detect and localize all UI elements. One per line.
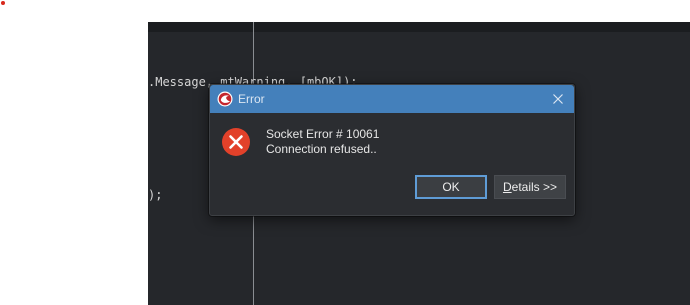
code-line: ); [148,188,163,202]
close-icon[interactable] [549,90,567,108]
delphi-app-icon [217,91,233,107]
details-button[interactable]: Details >> [494,175,566,199]
dialog-title: Error [238,92,265,106]
ok-button[interactable]: OK [415,175,487,199]
screen: .Message, mtWarning, [mbOK]); ); Error S… [0,0,690,305]
error-dialog: Error Socket Error # 10061 Connection re… [209,84,575,216]
error-message-line-1: Socket Error # 10061 [266,127,380,141]
editor-top-bar [148,22,690,32]
details-button-accelerator: D [502,180,512,194]
error-message: Socket Error # 10061 Connection refused.… [266,127,379,157]
corner-marker [1,1,5,5]
dialog-titlebar[interactable]: Error [210,85,574,113]
error-message-line-2: Connection refused.. [266,142,377,156]
error-circle-x-icon [222,128,250,156]
details-button-label: etails >> [511,180,558,194]
